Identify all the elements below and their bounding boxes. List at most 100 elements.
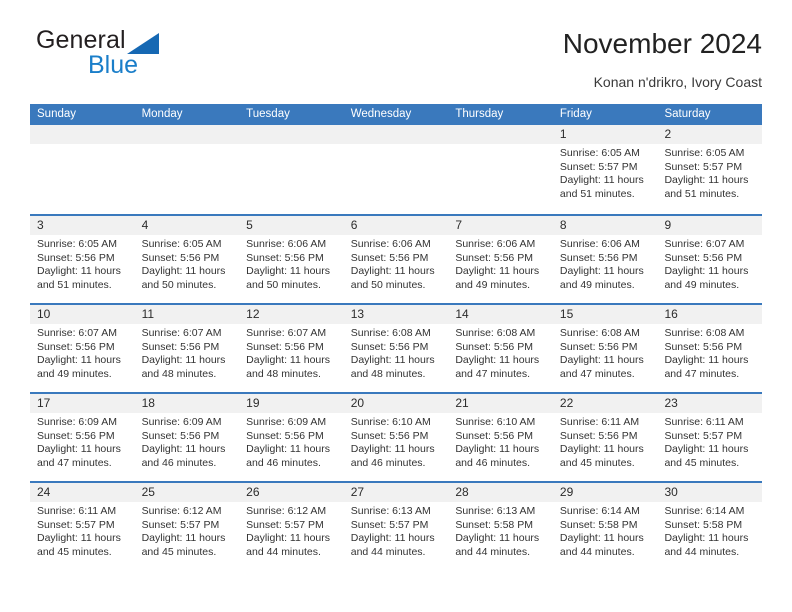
day-number: 21 xyxy=(448,394,553,413)
day-sun-info: Sunrise: 6:07 AM Sunset: 5:56 PM Daylight:… xyxy=(239,324,344,381)
day-info-daylight1: Daylight: 11 hours xyxy=(246,354,331,367)
day-number: 18 xyxy=(134,394,240,413)
day-number xyxy=(30,125,135,144)
day-info-daylight1: Daylight: 11 hours xyxy=(350,532,435,545)
day-number: 23 xyxy=(657,394,763,413)
calendar-day-cell[interactable]: 6 Sunrise: 6:06 AM Sunset: 5:56 PM Daylight… xyxy=(343,216,449,303)
weekday-header-row: Sunday Monday Tuesday Wednesday Thursday Frid… xyxy=(30,104,762,125)
day-info-daylight1: Daylight: 11 hours xyxy=(37,265,121,278)
calendar-week-row: 24 Sunrise: 6:11 AM Sunset: 5:57 PM Dayligh… xyxy=(30,481,763,570)
calendar-day-cell[interactable]: 24 Sunrise: 6:11 AM Sunset: 5:57 PM Dayligh… xyxy=(30,483,135,570)
calendar-day-cell[interactable]: 1 Sunrise: 6:05 AM Sunset: 5:57 PM Daylight… xyxy=(552,125,658,214)
day-info-sunrise: Sunrise: 6:12 AM xyxy=(246,505,327,517)
day-number: 14 xyxy=(448,305,553,324)
day-info-sunrise: Sunrise: 6:09 AM xyxy=(246,416,327,428)
day-info-sunrise: Sunrise: 6:14 AM xyxy=(664,505,745,517)
day-number: 13 xyxy=(343,305,449,324)
calendar-day-cell-empty xyxy=(239,125,344,214)
day-info-sunrise: Sunrise: 6:09 AM xyxy=(37,416,117,428)
day-info-sunrise: Sunrise: 6:14 AM xyxy=(559,505,640,517)
calendar-day-cell[interactable]: 29 Sunrise: 6:14 AM Sunset: 5:58 PM Dayligh… xyxy=(552,483,658,570)
day-info-sunrise: Sunrise: 6:05 AM xyxy=(37,238,117,250)
calendar-day-cell[interactable]: 9 Sunrise: 6:07 AM Sunset: 5:56 PM Daylight… xyxy=(657,216,763,303)
day-sun-info: Sunrise: 6:08 AM Sunset: 5:56 PM Daylight:… xyxy=(657,324,762,381)
calendar-day-cell[interactable]: 11 Sunrise: 6:07 AM Sunset: 5:56 PM Dayligh… xyxy=(134,305,240,392)
day-sun-info: Sunrise: 6:05 AM Sunset: 5:56 PM Daylight:… xyxy=(30,235,135,292)
calendar-day-cell[interactable]: 18 Sunrise: 6:09 AM Sunset: 5:56 PM Dayligh… xyxy=(134,394,240,481)
day-info-daylight1: Daylight: 11 hours xyxy=(350,265,435,278)
calendar-week-row: 3 Sunrise: 6:05 AM Sunset: 5:56 PM Daylight… xyxy=(30,214,763,303)
day-info-sunset: Sunset: 5:56 PM xyxy=(141,429,220,442)
day-number xyxy=(239,125,344,144)
general-blue-logo[interactable]: General Blue xyxy=(30,26,270,88)
day-info-sunrise: Sunrise: 6:08 AM xyxy=(559,327,640,339)
calendar-day-cell[interactable]: 10 Sunrise: 6:07 AM Sunset: 5:56 PM Dayligh… xyxy=(30,305,135,392)
calendar-day-cell[interactable]: 2 Sunrise: 6:05 AM Sunset: 5:57 PM Daylight… xyxy=(657,125,763,214)
day-sun-info: Sunrise: 6:13 AM Sunset: 5:57 PM Daylight:… xyxy=(344,502,449,559)
day-info-sunset: Sunset: 5:57 PM xyxy=(350,518,429,531)
day-number: 29 xyxy=(552,483,658,502)
calendar-day-cell[interactable]: 21 Sunrise: 6:10 AM Sunset: 5:56 PM Dayligh… xyxy=(448,394,553,481)
day-info-sunset: Sunset: 5:56 PM xyxy=(455,340,533,353)
day-info-daylight2: and 44 minutes. xyxy=(664,545,740,558)
calendar-day-cell[interactable]: 23 Sunrise: 6:11 AM Sunset: 5:57 PM Dayligh… xyxy=(657,394,763,481)
calendar-day-cell[interactable]: 27 Sunrise: 6:13 AM Sunset: 5:57 PM Dayligh… xyxy=(343,483,449,570)
day-sun-info: Sunrise: 6:13 AM Sunset: 5:58 PM Daylight:… xyxy=(448,502,553,559)
calendar-day-cell[interactable]: 22 Sunrise: 6:11 AM Sunset: 5:56 PM Dayligh… xyxy=(552,394,658,481)
weekday-header-friday: Friday xyxy=(559,108,592,120)
day-info-sunset: Sunset: 5:56 PM xyxy=(664,251,743,264)
day-info-sunrise: Sunrise: 6:07 AM xyxy=(37,327,117,339)
calendar-day-cell[interactable]: 14 Sunrise: 6:08 AM Sunset: 5:56 PM Dayligh… xyxy=(448,305,553,392)
day-info-daylight2: and 47 minutes. xyxy=(664,367,740,380)
day-info-daylight2: and 49 minutes. xyxy=(455,278,531,291)
day-number: 9 xyxy=(657,216,763,235)
calendar-day-cell[interactable]: 25 Sunrise: 6:12 AM Sunset: 5:57 PM Dayligh… xyxy=(134,483,240,570)
day-info-sunrise: Sunrise: 6:06 AM xyxy=(246,238,327,250)
day-info-daylight2: and 45 minutes. xyxy=(664,456,740,469)
day-sun-info: Sunrise: 6:05 AM Sunset: 5:57 PM Daylight:… xyxy=(657,144,762,201)
day-info-sunset: Sunset: 5:56 PM xyxy=(246,251,324,264)
day-info-sunset: Sunset: 5:56 PM xyxy=(559,251,638,264)
day-info-sunrise: Sunrise: 6:10 AM xyxy=(455,416,536,428)
day-info-sunrise: Sunrise: 6:06 AM xyxy=(455,238,536,250)
calendar-day-cell[interactable]: 15 Sunrise: 6:08 AM Sunset: 5:56 PM Dayligh… xyxy=(552,305,658,392)
calendar-day-cell[interactable]: 5 Sunrise: 6:06 AM Sunset: 5:56 PM Daylight… xyxy=(239,216,344,303)
day-info-daylight1: Daylight: 11 hours xyxy=(141,443,226,456)
calendar-day-cell[interactable]: 19 Sunrise: 6:09 AM Sunset: 5:56 PM Dayligh… xyxy=(239,394,344,481)
day-sun-info: Sunrise: 6:10 AM Sunset: 5:56 PM Daylight:… xyxy=(448,413,553,470)
day-info-sunrise: Sunrise: 6:08 AM xyxy=(350,327,431,339)
day-info-daylight2: and 47 minutes. xyxy=(37,456,112,469)
calendar-day-cell[interactable]: 16 Sunrise: 6:08 AM Sunset: 5:56 PM Dayligh… xyxy=(657,305,763,392)
calendar-day-cell[interactable]: 26 Sunrise: 6:12 AM Sunset: 5:57 PM Dayligh… xyxy=(239,483,344,570)
logo-text-blue: Blue xyxy=(88,51,139,79)
day-info-sunset: Sunset: 5:56 PM xyxy=(455,429,533,442)
calendar-day-cell[interactable]: 4 Sunrise: 6:05 AM Sunset: 5:56 PM Daylight… xyxy=(134,216,240,303)
calendar-day-cell[interactable]: 7 Sunrise: 6:06 AM Sunset: 5:56 PM Daylight… xyxy=(448,216,553,303)
calendar-day-cell-empty xyxy=(30,125,135,214)
calendar-day-cell[interactable]: 30 Sunrise: 6:14 AM Sunset: 5:58 PM Dayligh… xyxy=(657,483,763,570)
day-sun-info: Sunrise: 6:09 AM Sunset: 5:56 PM Daylight:… xyxy=(239,413,344,470)
day-info-daylight2: and 46 minutes. xyxy=(455,456,531,469)
calendar-day-cell[interactable]: 8 Sunrise: 6:06 AM Sunset: 5:56 PM Daylight… xyxy=(552,216,658,303)
day-info-daylight1: Daylight: 11 hours xyxy=(141,532,226,545)
day-number xyxy=(448,125,553,144)
day-sun-info: Sunrise: 6:06 AM Sunset: 5:56 PM Daylight:… xyxy=(448,235,553,292)
day-sun-info: Sunrise: 6:06 AM Sunset: 5:56 PM Daylight:… xyxy=(239,235,344,292)
calendar-day-cell[interactable]: 3 Sunrise: 6:05 AM Sunset: 5:56 PM Daylight… xyxy=(30,216,135,303)
day-info-daylight1: Daylight: 11 hours xyxy=(350,354,435,367)
day-info-sunset: Sunset: 5:58 PM xyxy=(559,518,638,531)
day-info-sunrise: Sunrise: 6:09 AM xyxy=(141,416,222,428)
calendar-day-cell[interactable]: 20 Sunrise: 6:10 AM Sunset: 5:56 PM Dayligh… xyxy=(343,394,449,481)
calendar-day-cell[interactable]: 12 Sunrise: 6:07 AM Sunset: 5:56 PM Dayligh… xyxy=(239,305,344,392)
day-info-sunset: Sunset: 5:56 PM xyxy=(350,429,429,442)
calendar-day-cell[interactable]: 17 Sunrise: 6:09 AM Sunset: 5:56 PM Dayligh… xyxy=(30,394,135,481)
calendar-day-cell[interactable]: 13 Sunrise: 6:08 AM Sunset: 5:56 PM Dayligh… xyxy=(343,305,449,392)
day-number: 4 xyxy=(134,216,240,235)
day-sun-info: Sunrise: 6:07 AM Sunset: 5:56 PM Daylight:… xyxy=(30,324,135,381)
weekday-header-saturday: Saturday xyxy=(664,108,711,120)
day-sun-info: Sunrise: 6:08 AM Sunset: 5:56 PM Daylight:… xyxy=(553,324,658,381)
day-sun-info: Sunrise: 6:09 AM Sunset: 5:56 PM Daylight:… xyxy=(135,413,240,470)
day-info-daylight1: Daylight: 11 hours xyxy=(246,443,331,456)
calendar-day-cell[interactable]: 28 Sunrise: 6:13 AM Sunset: 5:58 PM Dayligh… xyxy=(448,483,553,570)
day-sun-info: Sunrise: 6:10 AM Sunset: 5:56 PM Daylight:… xyxy=(344,413,449,470)
